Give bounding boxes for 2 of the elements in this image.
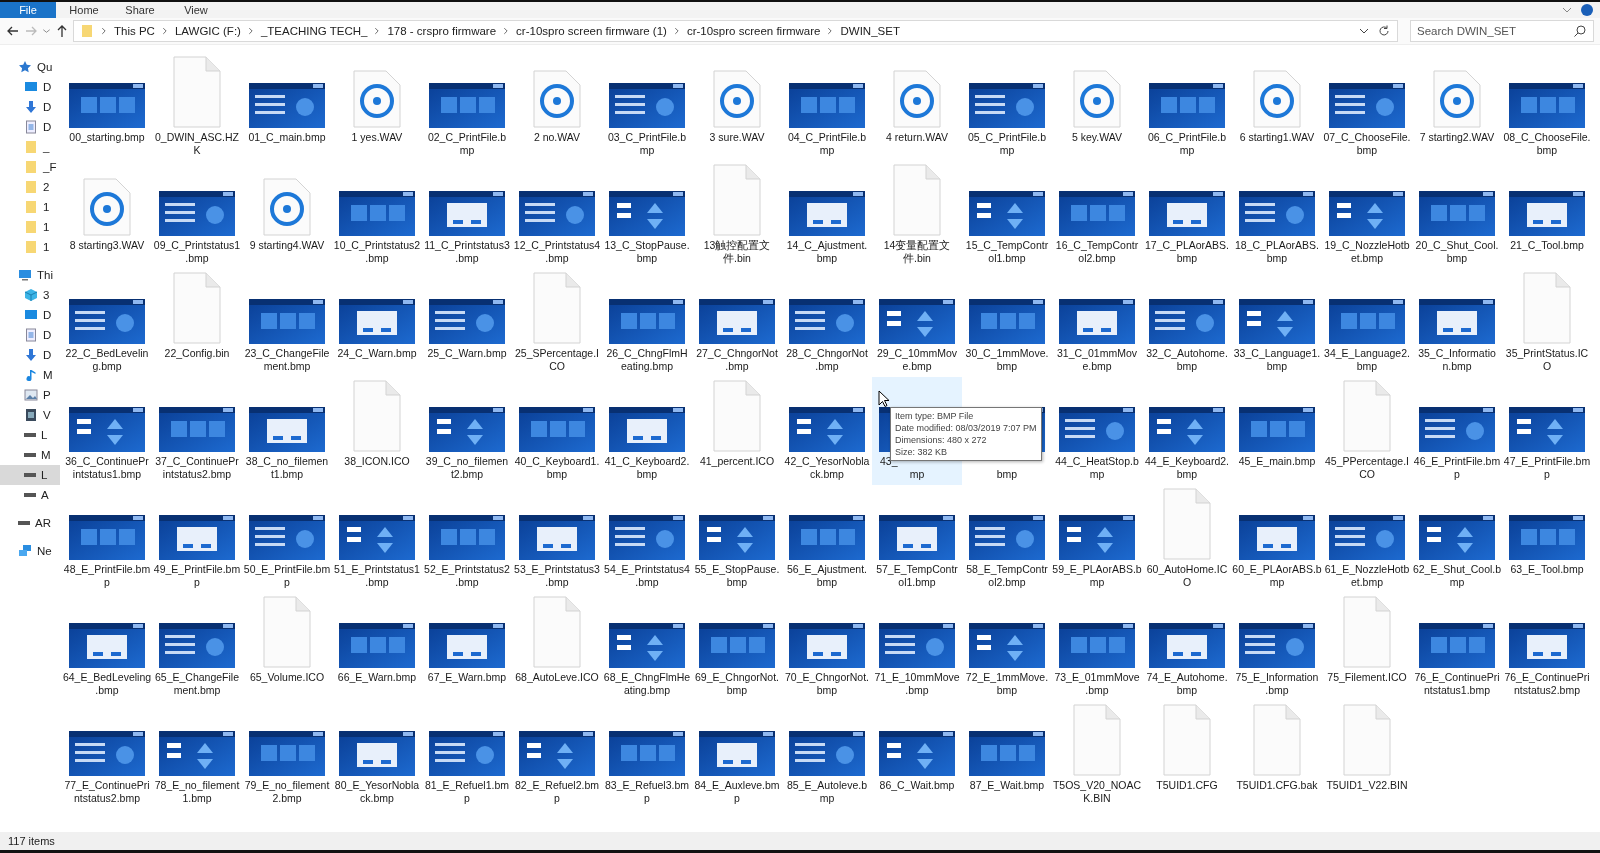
tooltip: Item type: BMP File Date modified: 08/03/2019 7:07 PM Dimensions: 480 x 272 Size: 382 KB — [890, 407, 1042, 461]
item-count: 117 items — [8, 835, 55, 847]
